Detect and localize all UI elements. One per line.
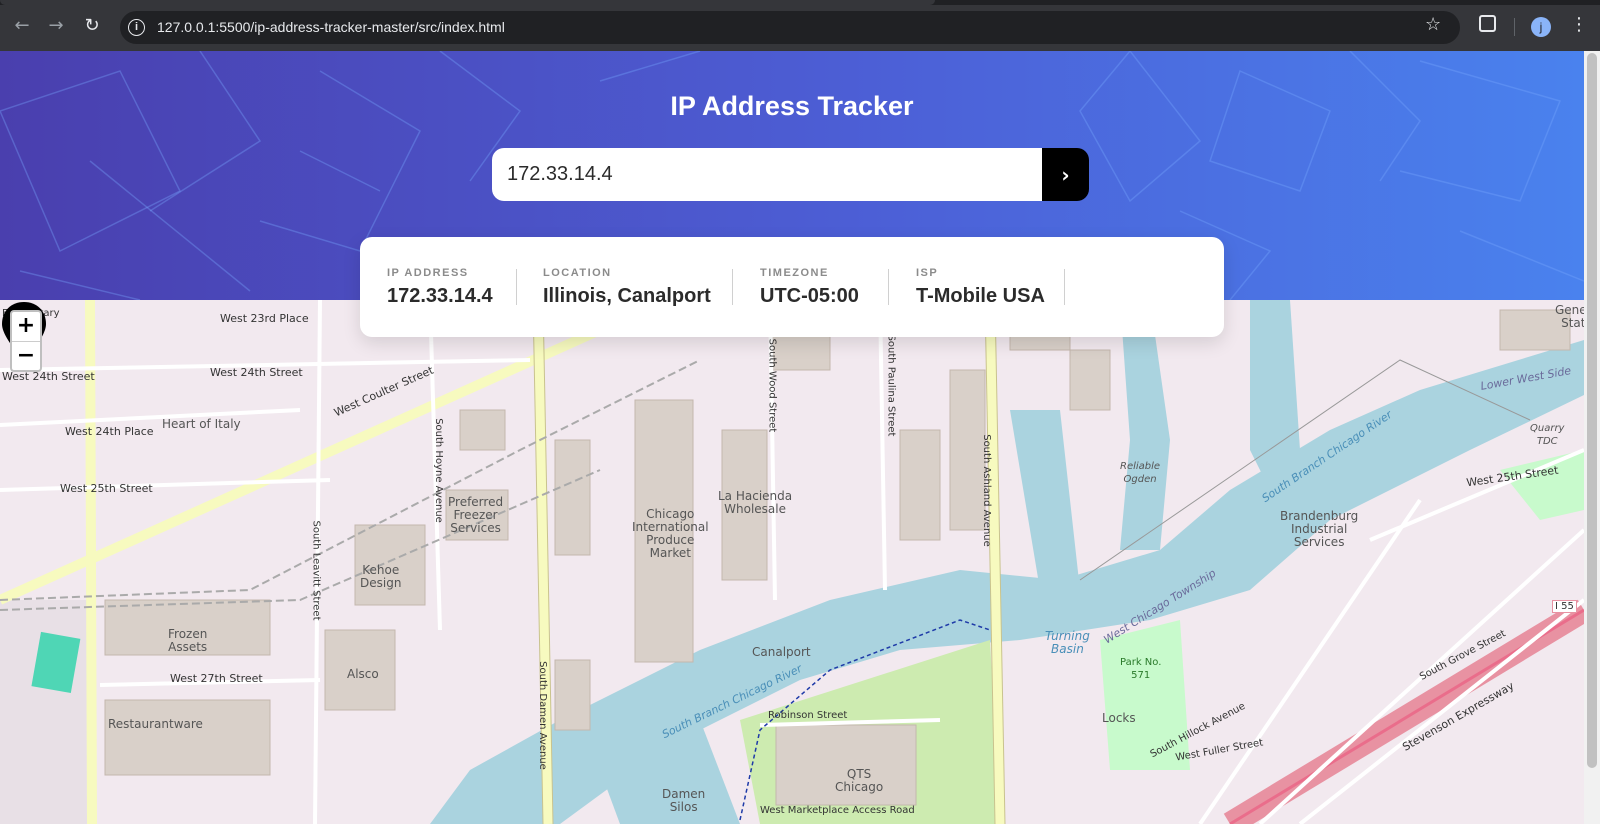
map-label: Restaurantware [108, 717, 203, 731]
site-info-icon[interactable]: i [128, 19, 145, 36]
timezone-value: UTC-05:00 [760, 285, 859, 307]
search-submit-button[interactable]: › [1042, 148, 1089, 201]
ip-info-card: IP ADDRESS 172.33.14.4 LOCATION Illinois… [360, 237, 1224, 337]
map-label: La Hacienda Wholesale [718, 489, 793, 516]
map-label: Gener Stat [1555, 303, 1584, 330]
stat-divider [888, 269, 889, 305]
map-label: West 24th Place [65, 425, 154, 438]
page-title: IP Address Tracker [670, 91, 914, 121]
back-icon[interactable]: ← [10, 14, 34, 38]
map-label: Damen Silos [662, 787, 706, 814]
map-label: West 25th Street [60, 482, 153, 495]
map-label: South Ashland Avenue [980, 434, 992, 547]
map-label: Robinson Street [768, 710, 848, 721]
map-label: South Paulina Street [885, 334, 897, 437]
isp-label: ISP [916, 267, 939, 279]
map-view[interactable]: + − Elementary West 23rd Place West 24th… [0, 300, 1584, 824]
map-label: South Wood Street [766, 338, 778, 433]
ip-search-form: › [492, 148, 1092, 201]
toolbar-divider [1514, 18, 1515, 36]
page-viewport: IP Address Tracker › IP ADDRESS 172.33.1… [0, 51, 1584, 824]
map-label: Park No. 571 [1120, 657, 1162, 681]
map-label: Quarry TDC [1530, 423, 1565, 447]
url-text: 127.0.0.1:5500/ip-address-tracker-master… [157, 19, 505, 35]
ip-address-value: 172.33.14.4 [387, 285, 493, 307]
map-label: South Damen Avenue [536, 661, 548, 770]
map-label: Frozen Assets [168, 627, 208, 654]
location-value: Illinois, Canalport [543, 285, 711, 307]
map-label: West 27th Street [170, 672, 263, 685]
map-label: Preferred Freezer Services [448, 495, 504, 535]
location-label: LOCATION [543, 267, 612, 279]
address-bar[interactable]: i 127.0.0.1:5500/ip-address-tracker-mast… [120, 11, 1460, 44]
stat-divider [732, 269, 733, 305]
reload-icon[interactable]: ↻ [80, 14, 104, 38]
timezone-stat: TIMEZONE UTC-05:00 [760, 267, 859, 308]
map-label: Kehoe Design [360, 563, 402, 590]
tab-strip [0, 0, 1600, 5]
map-label: Alsco [347, 667, 379, 681]
map-label: Chicago International Produce Market [632, 507, 709, 560]
ip-search-input[interactable] [492, 148, 1042, 201]
profile-avatar[interactable]: j [1531, 17, 1551, 37]
ip-address-stat: IP ADDRESS 172.33.14.4 [387, 267, 493, 308]
map-label: Canalport [752, 645, 811, 659]
map-label: West Marketplace Access Road [760, 805, 915, 816]
stat-divider [1064, 269, 1065, 305]
map-label: West 24th Street [210, 366, 303, 379]
zoom-out-button[interactable]: − [12, 341, 40, 370]
stat-divider [516, 269, 517, 305]
map-label: QTS Chicago [835, 767, 884, 794]
map-label: South Hoyne Avenue [432, 418, 444, 523]
map-label: Locks [1102, 711, 1136, 725]
location-stat: LOCATION Illinois, Canalport [543, 267, 711, 308]
map-label: West 23rd Place [220, 312, 309, 325]
map-label: South Leavitt Street [310, 520, 322, 621]
ip-address-label: IP ADDRESS [387, 267, 469, 279]
timezone-label: TIMEZONE [760, 267, 829, 279]
map-label: Brandenburg Industrial Services [1280, 509, 1359, 549]
bookmark-star-icon[interactable]: ☆ [1425, 14, 1441, 35]
active-tab[interactable] [0, 0, 935, 5]
scrollbar-thumb[interactable] [1587, 53, 1597, 768]
forward-icon[interactable]: → [44, 14, 68, 38]
kebab-menu-icon[interactable]: ⋮ [1570, 14, 1588, 35]
isp-stat: ISP T-Mobile USA [916, 267, 1045, 308]
zoom-control: + − [10, 310, 42, 372]
map-label: Heart of Italy [162, 417, 241, 431]
extensions-icon[interactable] [1479, 15, 1496, 32]
zoom-in-button[interactable]: + [12, 312, 40, 341]
map-label: I 55 [1552, 600, 1577, 613]
map-label: Reliable Ogden [1120, 461, 1161, 485]
isp-value: T-Mobile USA [916, 285, 1045, 307]
browser-toolbar: ← → ↻ i 127.0.0.1:5500/ip-address-tracke… [0, 0, 1600, 51]
map-label: Turning Basin [1045, 629, 1090, 656]
